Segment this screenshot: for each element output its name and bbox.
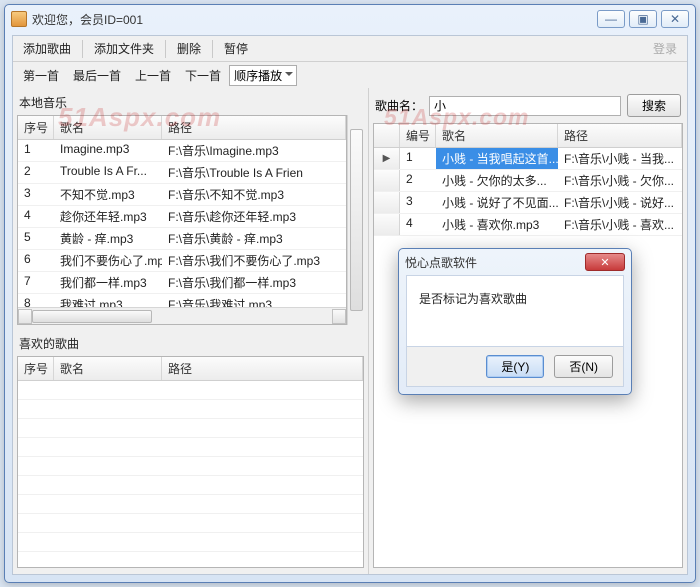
- table-row[interactable]: [18, 533, 363, 552]
- col-path[interactable]: 路径: [558, 124, 682, 147]
- toolbar: 添加歌曲 添加文件夹 删除 暂停 登录: [13, 36, 687, 62]
- dialog-title: 悦心点歌软件: [405, 254, 585, 271]
- search-button[interactable]: 搜索: [627, 94, 681, 117]
- fav-grid[interactable]: 序号 歌名 路径: [17, 356, 364, 568]
- col-name[interactable]: 歌名: [54, 116, 162, 139]
- login-button[interactable]: 登录: [647, 37, 683, 60]
- table-row[interactable]: [18, 419, 363, 438]
- col-name[interactable]: 歌名: [54, 357, 162, 380]
- pause-button[interactable]: 暂停: [218, 37, 254, 60]
- confirm-dialog: 悦心点歌软件 ✕ 是否标记为喜欢歌曲 是(Y) 否(N): [398, 248, 632, 395]
- navbar: 第一首 最后一首 上一首 下一首 顺序播放: [13, 62, 687, 88]
- table-row[interactable]: [18, 400, 363, 419]
- dialog-yes-button[interactable]: 是(Y): [486, 355, 544, 378]
- table-row[interactable]: 6我们不要伤心了.mp3F:\音乐\我们不要伤心了.mp3: [18, 250, 346, 272]
- hscrollbar[interactable]: [18, 307, 346, 324]
- table-row[interactable]: 4小贱 - 喜欢你.mp3F:\音乐\小贱 - 喜欢...: [374, 214, 682, 236]
- col-idx[interactable]: 编号: [400, 124, 436, 147]
- left-panel: 本地音乐 序号 歌名 路径 1Imagine.mp3F:\音乐\Imagine.…: [13, 88, 369, 574]
- table-row[interactable]: 2小贱 - 欠你的太多...F:\音乐\小贱 - 欠你...: [374, 170, 682, 192]
- next-button[interactable]: 下一首: [179, 64, 227, 87]
- fav-label: 喜欢的歌曲: [17, 333, 364, 356]
- table-row[interactable]: [18, 438, 363, 457]
- table-row[interactable]: [18, 457, 363, 476]
- table-row[interactable]: 1Imagine.mp3F:\音乐\Imagine.mp3: [18, 140, 346, 162]
- app-icon: [11, 11, 27, 27]
- first-button[interactable]: 第一首: [17, 64, 65, 87]
- table-row[interactable]: ▶1小贱 - 当我唱起这首...F:\音乐\小贱 - 当我...: [374, 148, 682, 170]
- local-music-grid[interactable]: 序号 歌名 路径 1Imagine.mp3F:\音乐\Imagine.mp32T…: [17, 115, 347, 325]
- table-row[interactable]: 3不知不觉.mp3F:\音乐\不知不觉.mp3: [18, 184, 346, 206]
- table-row[interactable]: 5黄龄 - 痒.mp3F:\音乐\黄龄 - 痒.mp3: [18, 228, 346, 250]
- table-row[interactable]: 7我们都一样.mp3F:\音乐\我们都一样.mp3: [18, 272, 346, 294]
- table-row[interactable]: 8我难过.mp3F:\音乐\我难过.mp3: [18, 294, 346, 307]
- maximize-button[interactable]: ▣: [629, 10, 657, 28]
- play-mode-select[interactable]: 顺序播放: [229, 65, 297, 86]
- search-input[interactable]: [429, 96, 621, 116]
- table-row[interactable]: 3小贱 - 说好了不见面...F:\音乐\小贱 - 说好...: [374, 192, 682, 214]
- local-music-label: 本地音乐: [17, 92, 364, 115]
- table-row[interactable]: [18, 495, 363, 514]
- prev-button[interactable]: 上一首: [129, 64, 177, 87]
- col-path[interactable]: 路径: [162, 357, 363, 380]
- dialog-close-button[interactable]: ✕: [585, 253, 625, 271]
- table-row[interactable]: 2Trouble Is A Fr...F:\音乐\Trouble Is A Fr…: [18, 162, 346, 184]
- col-path[interactable]: 路径: [162, 116, 346, 139]
- dialog-message: 是否标记为喜欢歌曲: [419, 292, 527, 306]
- col-rowheader: [374, 124, 400, 147]
- close-button[interactable]: ✕: [661, 10, 689, 28]
- dialog-no-button[interactable]: 否(N): [554, 355, 613, 378]
- minimize-button[interactable]: —: [597, 10, 625, 28]
- add-folder-button[interactable]: 添加文件夹: [88, 37, 160, 60]
- col-name[interactable]: 歌名: [436, 124, 558, 147]
- add-song-button[interactable]: 添加歌曲: [17, 37, 77, 60]
- table-row[interactable]: [18, 381, 363, 400]
- vscrollbar[interactable]: [347, 115, 364, 325]
- col-idx[interactable]: 序号: [18, 357, 54, 380]
- table-row[interactable]: [18, 514, 363, 533]
- col-idx[interactable]: 序号: [18, 116, 54, 139]
- dialog-body: 是否标记为喜欢歌曲: [406, 275, 624, 347]
- window-title: 欢迎您，会员ID=001: [32, 11, 597, 28]
- last-button[interactable]: 最后一首: [67, 64, 127, 87]
- delete-button[interactable]: 删除: [171, 37, 207, 60]
- search-label: 歌曲名：: [375, 97, 423, 114]
- titlebar[interactable]: 欢迎您，会员ID=001 — ▣ ✕: [5, 5, 695, 33]
- dialog-titlebar[interactable]: 悦心点歌软件 ✕: [399, 249, 631, 275]
- table-row[interactable]: 4趁你还年轻.mp3F:\音乐\趁你还年轻.mp3: [18, 206, 346, 228]
- table-row[interactable]: [18, 476, 363, 495]
